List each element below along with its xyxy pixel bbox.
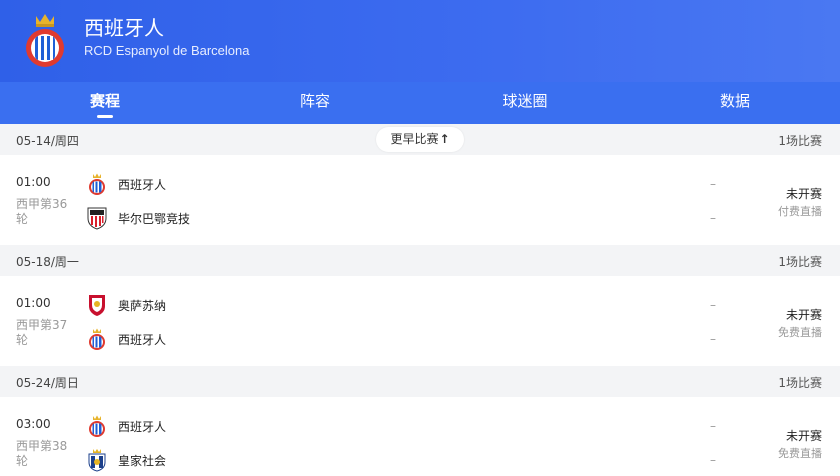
athletic-bilbao-logo-icon	[86, 206, 108, 230]
team-name: 西班牙人	[118, 332, 167, 347]
team-name: 毕尔巴鄂竞技	[118, 211, 191, 226]
tab-schedule[interactable]: 赛程	[0, 82, 210, 124]
match-count: 1场比赛	[778, 376, 822, 390]
home-score: –	[710, 298, 716, 312]
away-score: –	[710, 332, 716, 346]
stream-type[interactable]: 免费直播	[778, 324, 822, 340]
real-sociedad-logo-icon	[86, 448, 108, 472]
osasuna-logo-icon	[86, 293, 108, 317]
espanyol-logo-icon	[86, 172, 108, 196]
match-status: 未开赛	[785, 429, 822, 443]
date-header: 05-24/周日 1场比赛	[0, 366, 840, 397]
tab-bar: 赛程 阵容 球迷圈 数据	[0, 82, 840, 124]
match-round: 西甲第36轮	[16, 197, 68, 226]
match-round: 西甲第37轮	[16, 318, 68, 347]
earlier-matches-label: 更早比赛	[390, 132, 439, 146]
match-row[interactable]: 01:00 西甲第37轮 奥萨苏纳 西班牙人 – – 未开赛 免费直播	[0, 276, 840, 366]
tab-fan-circle[interactable]: 球迷圈	[420, 82, 630, 124]
away-team[interactable]: 皇家社会	[86, 448, 166, 472]
team-name: 奥萨苏纳	[118, 298, 167, 313]
team-name: 西班牙人	[118, 177, 167, 192]
home-team[interactable]: 西班牙人	[86, 414, 166, 438]
team-name: 西班牙人	[118, 419, 167, 434]
away-team[interactable]: 毕尔巴鄂竞技	[86, 206, 190, 230]
team-name: 皇家社会	[118, 453, 167, 468]
away-score: –	[710, 453, 716, 467]
tab-stats[interactable]: 数据	[630, 82, 840, 124]
espanyol-logo-icon	[86, 327, 108, 351]
arrow-up-icon: ↑	[439, 132, 450, 146]
home-team[interactable]: 奥萨苏纳	[86, 293, 166, 317]
match-date: 05-14/周四	[16, 134, 79, 148]
match-time: 01:00	[16, 296, 51, 310]
earlier-matches-button[interactable]: 更早比赛↑	[376, 127, 464, 152]
home-team[interactable]: 西班牙人	[86, 172, 166, 196]
tab-squad[interactable]: 阵容	[210, 82, 420, 124]
home-score: –	[710, 177, 716, 191]
match-round: 西甲第38轮	[16, 439, 68, 468]
away-team[interactable]: 西班牙人	[86, 327, 166, 351]
team-subtitle: RCD Espanyol de Barcelona	[84, 43, 250, 58]
match-list: 05-14/周四 更早比赛↑ 1场比赛 01:00 西甲第36轮 西班牙人 毕尔…	[0, 124, 840, 476]
match-time: 03:00	[16, 417, 51, 431]
match-time: 01:00	[16, 175, 51, 189]
stream-type[interactable]: 付费直播	[778, 203, 822, 219]
team-title: 西班牙人	[84, 16, 164, 40]
match-status: 未开赛	[785, 308, 822, 322]
match-date: 05-18/周一	[16, 255, 79, 269]
match-count: 1场比赛	[778, 255, 822, 269]
away-score: –	[710, 211, 716, 225]
date-header: 05-14/周四 更早比赛↑ 1场比赛	[0, 124, 840, 155]
espanyol-logo-icon	[86, 414, 108, 438]
match-row[interactable]: 01:00 西甲第36轮 西班牙人 毕尔巴鄂竞技 – – 未开赛 付费直播	[0, 155, 840, 245]
espanyol-crest-icon	[26, 14, 64, 67]
stream-type[interactable]: 免费直播	[778, 445, 822, 461]
home-score: –	[710, 419, 716, 433]
date-header: 05-18/周一 1场比赛	[0, 245, 840, 276]
team-header: 西班牙人 RCD Espanyol de Barcelona	[0, 0, 840, 82]
match-date: 05-24/周日	[16, 376, 79, 390]
match-status: 未开赛	[785, 187, 822, 201]
match-row[interactable]: 03:00 西甲第38轮 西班牙人 皇家社会 – – 未开赛 免费直播	[0, 397, 840, 476]
match-count: 1场比赛	[778, 134, 822, 148]
